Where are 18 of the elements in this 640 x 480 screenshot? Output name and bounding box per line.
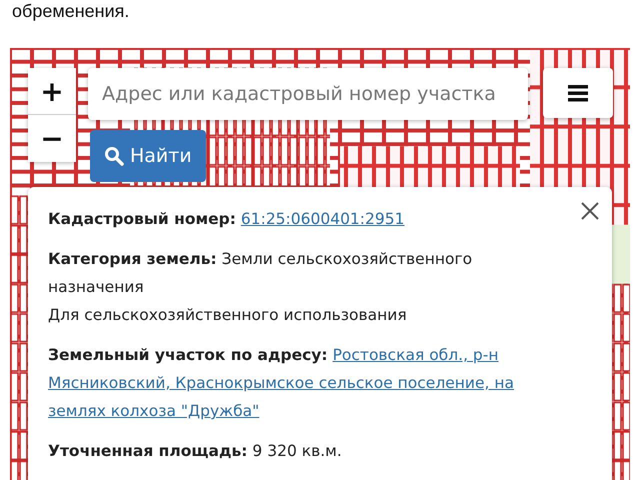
menu-icon (568, 84, 588, 102)
field-link[interactable]: Ростовская обл., р-н (332, 346, 498, 364)
field-text: Для сельскохозяйственного использования (48, 305, 408, 326)
search-icon (104, 146, 124, 166)
field-label: Земельный участок по адресу: (48, 346, 328, 364)
zoom-in-button[interactable]: + (28, 68, 76, 115)
field-link[interactable]: 61:25:0600401:2951 (240, 210, 404, 228)
close-icon[interactable] (580, 201, 600, 221)
field-text: Категория земель: Земли сельскохозяйственного назначения (48, 249, 474, 298)
paragraph-text: обременения. (12, 0, 130, 22)
field-link[interactable]: Мясниковский, Краснокрымское сельское поселение, на (48, 374, 514, 392)
search-field[interactable]: Адрес или кадастровый номер участка (88, 68, 528, 120)
field-text: Уточненная площадь: 9 320 кв.м. (48, 441, 343, 462)
menu-button[interactable] (543, 68, 613, 118)
zoom-out-button[interactable]: − (28, 115, 76, 162)
find-button[interactable]: Найти (90, 130, 206, 182)
field-link[interactable]: землях колхоза "Дружба" (48, 402, 260, 420)
field-label: Кадастровый номер: (48, 210, 236, 228)
